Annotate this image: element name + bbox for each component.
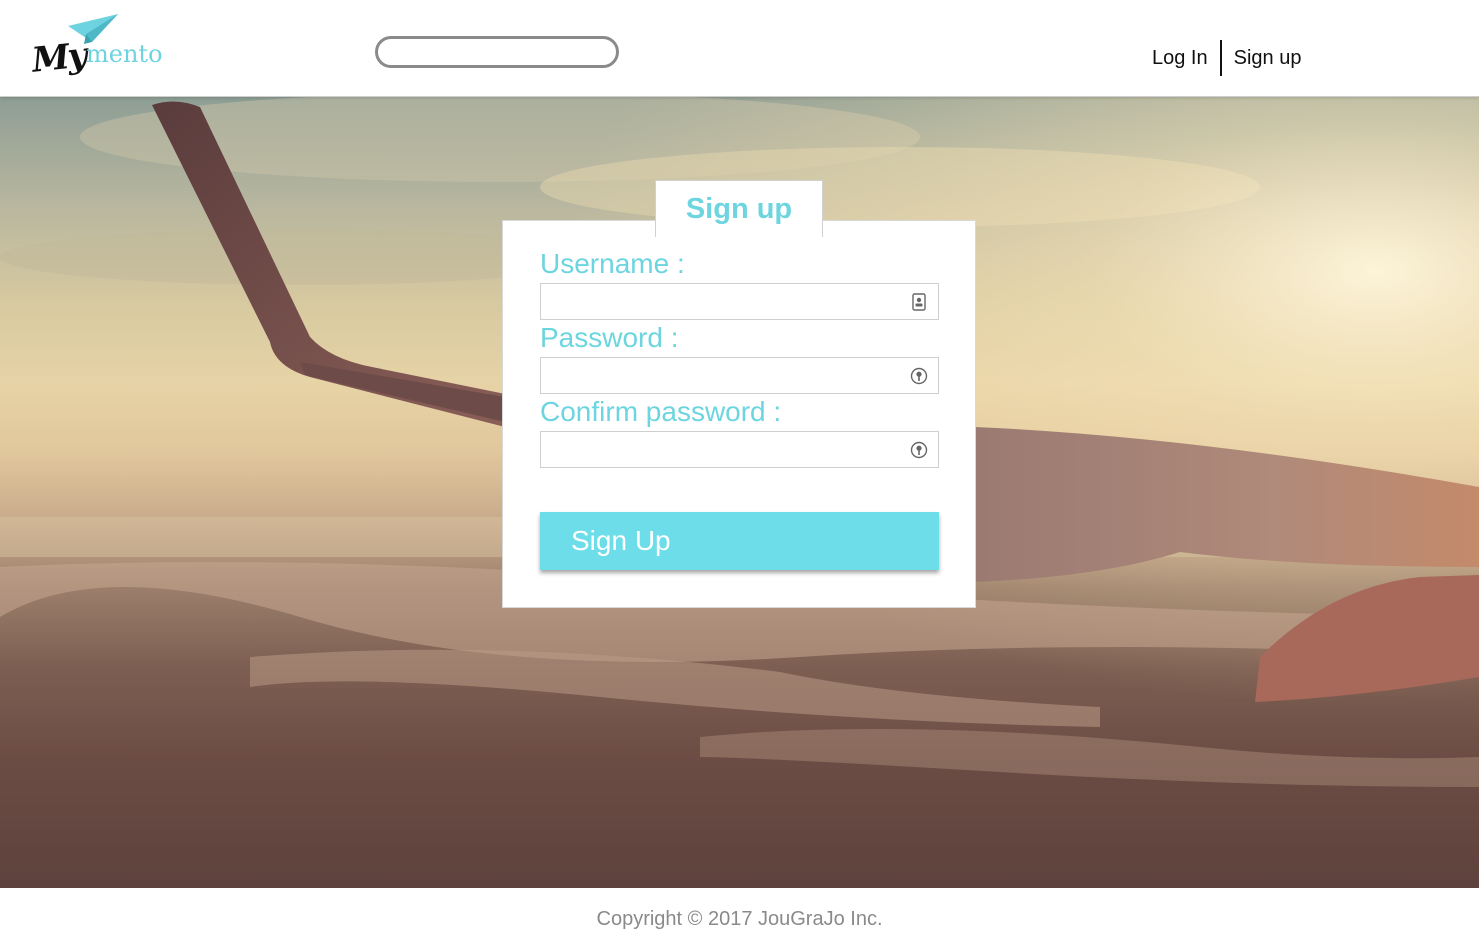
search-input[interactable]	[375, 36, 619, 68]
signup-card-tab: Sign up	[655, 180, 823, 237]
password-label: Password :	[540, 322, 679, 353]
signup-link[interactable]: Sign up	[1222, 47, 1314, 70]
signup-card-title: Sign up	[685, 193, 793, 225]
username-field[interactable]	[540, 283, 939, 320]
confirm-password-label: Confirm password :	[540, 396, 782, 427]
contact-card-icon	[912, 293, 926, 311]
logo-text-mento: mento	[86, 40, 163, 68]
confirm-password-input[interactable]	[541, 432, 917, 467]
username-label: Username :	[540, 248, 685, 279]
copyright-text: Copyright © 2017 JouGraJo Inc.	[596, 908, 883, 930]
password-field[interactable]	[540, 357, 939, 394]
sign-up-button[interactable]: Sign Up	[540, 512, 939, 570]
logo-text-my: My	[30, 35, 88, 81]
password-input[interactable]	[541, 358, 917, 393]
mymento-logo[interactable]: My mento	[30, 12, 170, 81]
password-key-icon	[910, 367, 928, 385]
header-nav: Log In Sign up	[1140, 40, 1313, 76]
confirm-password-field[interactable]	[540, 431, 939, 468]
login-link[interactable]: Log In	[1140, 47, 1220, 70]
footer: Copyright © 2017 JouGraJo Inc.	[0, 888, 1479, 949]
top-header: My mento Log In Sign up	[0, 0, 1479, 97]
password-key-icon	[910, 441, 928, 459]
username-input[interactable]	[541, 284, 917, 319]
